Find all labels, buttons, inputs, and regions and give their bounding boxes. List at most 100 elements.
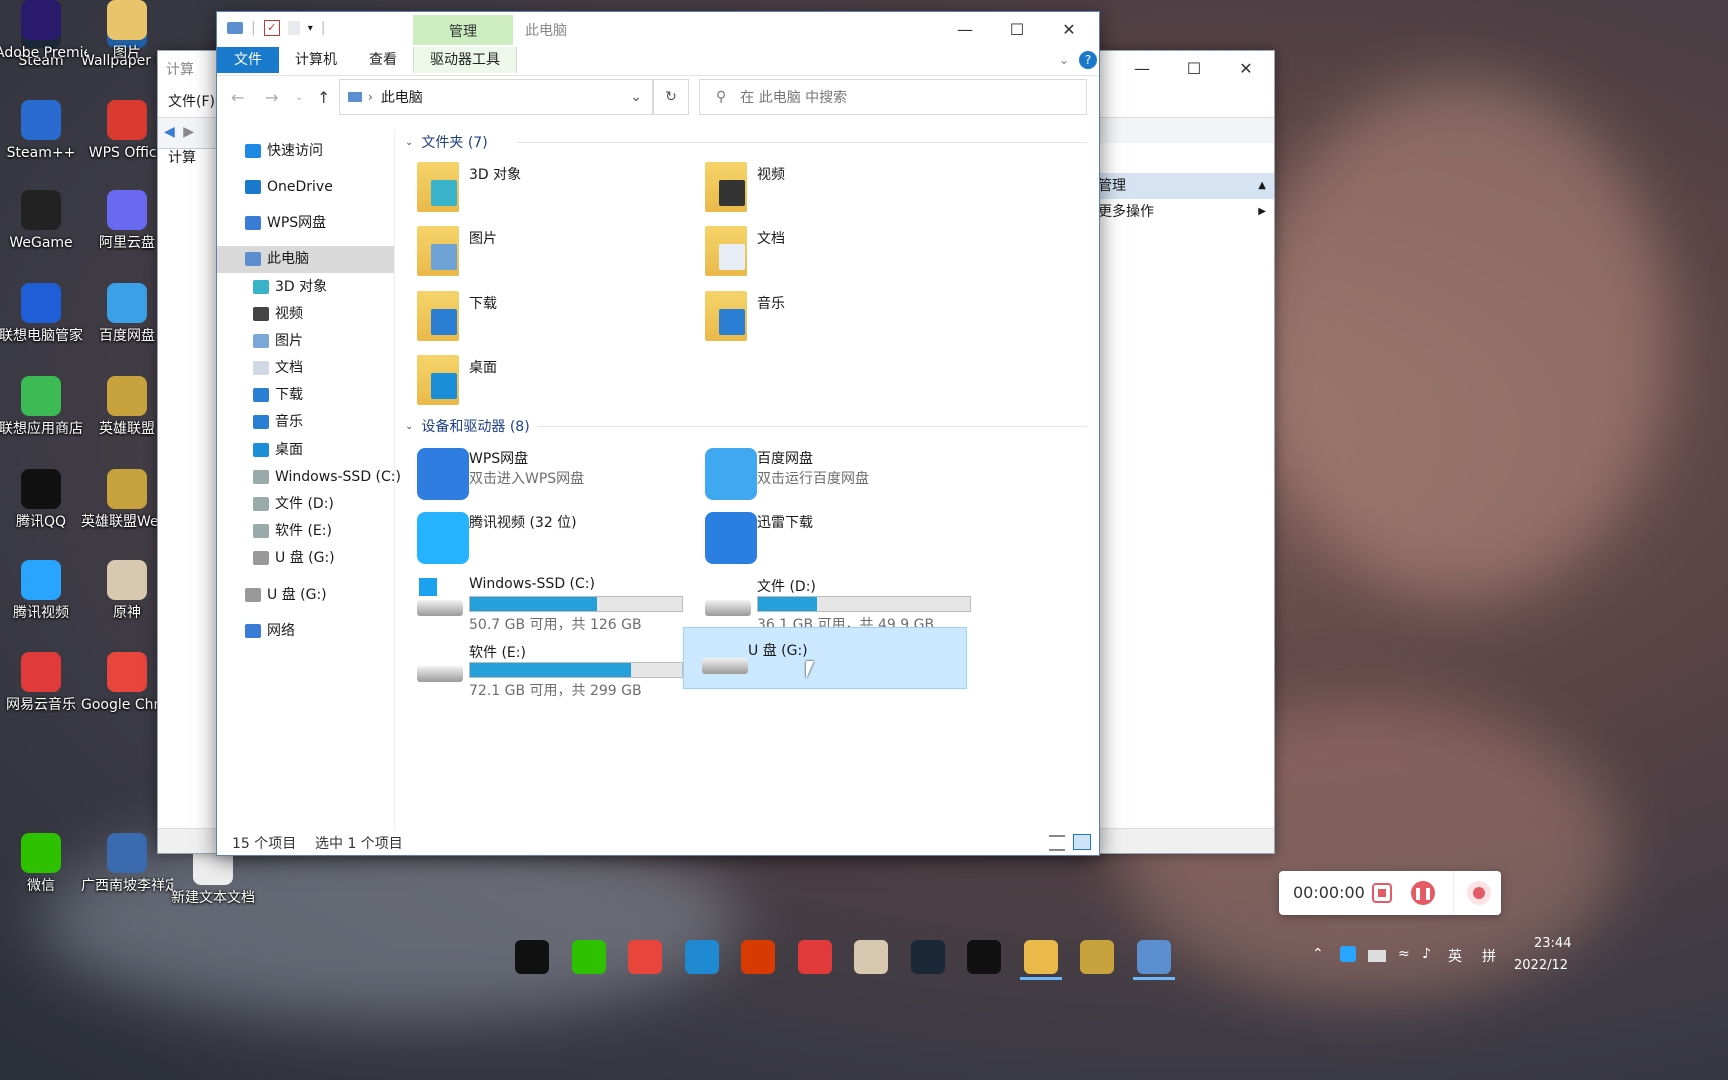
tab-drive-tools[interactable]: 驱动器工具 (413, 47, 517, 73)
up-icon[interactable]: ↑ (317, 88, 330, 107)
expand-ribbon-icon[interactable]: ⌄ (1059, 53, 1069, 67)
forward-arrow-icon[interactable]: ▶ (183, 124, 194, 140)
volume-icon[interactable]: ♪ (1422, 946, 1431, 962)
desktop-shortcut[interactable]: 联想应用商店 (0, 376, 87, 438)
taskbar-app[interactable] (515, 940, 549, 974)
desktop-shortcut[interactable]: 联想电脑管家 (0, 283, 87, 345)
maximize-button[interactable]: ☐ (991, 12, 1043, 46)
chevron-down-icon[interactable]: ⌄ (405, 421, 413, 432)
desktop-shortcut[interactable]: 腾讯视频 (0, 560, 87, 622)
show-hidden-icons[interactable]: ⌃ (1312, 946, 1324, 962)
taskbar-app[interactable] (797, 940, 832, 974)
tree-root[interactable]: 计算 (168, 147, 196, 167)
taskbar-app[interactable] (910, 940, 945, 974)
sidebar-item[interactable]: 网络 (217, 618, 394, 645)
device-item[interactable]: 迅雷下载 (695, 508, 975, 568)
back-minimize-button[interactable]: — (1116, 51, 1168, 85)
folder-item[interactable]: 3D 对象 (407, 158, 687, 218)
sidebar-item[interactable]: OneDrive (217, 174, 394, 201)
sidebar-item[interactable]: 软件 (E:) (217, 518, 394, 545)
drive-item[interactable]: Windows-SSD (C:) 50.7 GB 可用，共 126 GB (407, 572, 687, 633)
battery-icon[interactable] (1368, 950, 1386, 962)
close-button[interactable]: ✕ (1043, 12, 1095, 46)
sidebar-item[interactable]: WPS网盘 (217, 210, 394, 237)
forward-icon[interactable]: → (265, 88, 278, 107)
device-item[interactable]: WPS网盘 双击进入WPS网盘 (407, 444, 687, 504)
sidebar-item[interactable]: 下载 (217, 382, 394, 409)
drive-item[interactable]: U 盘 (G:) (683, 627, 967, 689)
pause-record-button[interactable]: ❚❚ (1411, 881, 1435, 905)
taskbar-app[interactable] (684, 940, 719, 974)
search-input[interactable]: ⚲ 在 此电脑 中搜索 (699, 79, 1087, 115)
taskbar-app[interactable] (1132, 940, 1175, 980)
sidebar-item[interactable]: 视频 (217, 301, 394, 328)
drive-item[interactable]: 软件 (E:) 72.1 GB 可用，共 299 GB (407, 638, 687, 699)
record-button[interactable] (1467, 881, 1491, 905)
clock-date[interactable]: 2022/12 (1514, 958, 1568, 973)
wifi-icon[interactable]: ≈ (1398, 946, 1410, 962)
device-item[interactable]: 腾讯视频 (32 位) (407, 508, 687, 568)
actions-header[interactable]: 管理 ▲ (1098, 173, 1274, 199)
sidebar-item[interactable]: 文件 (D:) (217, 491, 394, 518)
taskbar-app[interactable] (1019, 940, 1062, 980)
desktop-shortcut[interactable]: 网易云音乐 (0, 652, 87, 714)
help-icon[interactable]: ? (1079, 51, 1097, 69)
back-arrow-icon[interactable]: ◀ (164, 124, 175, 140)
refresh-button[interactable]: ↻ (653, 79, 689, 115)
collapse-up-icon[interactable]: ▲ (1258, 173, 1266, 199)
clock-time[interactable]: 23:44 (1534, 936, 1571, 951)
drive-item[interactable]: 文件 (D:) 36.1 GB 可用，共 49.9 GB (695, 572, 975, 633)
back-maximize-button[interactable]: ☐ (1168, 51, 1220, 85)
ime-mode[interactable]: 拼 (1482, 946, 1496, 966)
sidebar-item[interactable]: 此电脑 (217, 246, 394, 273)
address-dropdown-icon[interactable]: ⌄ (630, 89, 642, 105)
folder-item[interactable]: 桌面 (407, 351, 687, 411)
tab-file[interactable]: 文件 (217, 47, 279, 73)
taskbar-app[interactable] (741, 940, 775, 974)
sidebar-item[interactable]: 音乐 (217, 409, 394, 436)
folder-item[interactable]: 音乐 (695, 287, 975, 347)
new-folder-icon[interactable] (287, 21, 300, 35)
sidebar-item[interactable]: 桌面 (217, 437, 394, 464)
desktop-shortcut[interactable]: WeGame (0, 190, 87, 252)
minimize-button[interactable]: — (939, 12, 991, 46)
large-icons-view-icon[interactable] (1073, 834, 1091, 850)
taskbar-app[interactable] (967, 940, 1001, 974)
sidebar-item[interactable]: 文档 (217, 355, 394, 382)
customize-qat-icon[interactable]: ▾ (308, 23, 313, 34)
folder-item[interactable]: 图片 (407, 222, 687, 282)
address-bar[interactable]: › 此电脑 ⌄ (339, 79, 653, 115)
menu-file[interactable]: 文件(F) (168, 94, 215, 110)
tray-app-icon[interactable] (1340, 946, 1356, 962)
folders-group-header[interactable]: ⌄ 文件夹 (7) (405, 132, 488, 152)
sidebar-item[interactable]: U 盘 (G:) (217, 545, 394, 572)
sidebar-item[interactable]: 图片 (217, 328, 394, 355)
stop-record-button[interactable] (1372, 883, 1392, 903)
taskbar-app[interactable] (1080, 940, 1114, 974)
explorer-window[interactable]: | ✓ ▾ | 管理 此电脑 — ☐ ✕ 文件 计算机 查看 驱动器工具 ⌄ ?… (216, 11, 1100, 856)
devices-group-header[interactable]: ⌄ 设备和驱动器 (8) (405, 416, 530, 436)
tab-computer[interactable]: 计算机 (279, 47, 353, 73)
sidebar-item[interactable]: Windows-SSD (C:) (217, 464, 401, 491)
breadcrumb-separator-icon[interactable]: › (368, 90, 373, 104)
tab-view[interactable]: 查看 (353, 47, 413, 73)
sidebar-item[interactable]: U 盘 (G:) (217, 582, 394, 609)
desktop-shortcut[interactable]: 腾讯QQ (0, 469, 87, 531)
desktop-shortcut[interactable]: Adobe Premie... (0, 0, 87, 62)
folder-item[interactable]: 下载 (407, 287, 687, 347)
sidebar-item[interactable]: 3D 对象 (217, 274, 394, 301)
ime-language[interactable]: 英 (1448, 946, 1462, 966)
details-view-icon[interactable] (1049, 835, 1065, 851)
back-close-button[interactable]: ✕ (1220, 51, 1272, 85)
folder-item[interactable]: 视频 (695, 158, 975, 218)
desktop-shortcut[interactable]: 微信 (0, 833, 87, 895)
properties-icon[interactable]: ✓ (263, 20, 280, 36)
sidebar-item[interactable]: 快速访问 (217, 138, 394, 165)
device-item[interactable]: 百度网盘 双击运行百度网盘 (695, 444, 975, 504)
taskbar-app[interactable] (628, 940, 662, 974)
tab-manage[interactable]: 管理 (413, 15, 513, 45)
more-actions-item[interactable]: 更多操作 ▶ (1098, 199, 1274, 225)
recent-locations-icon[interactable]: ⌄ (295, 92, 303, 103)
folder-item[interactable]: 文档 (695, 222, 975, 282)
taskbar-app[interactable] (854, 940, 888, 974)
